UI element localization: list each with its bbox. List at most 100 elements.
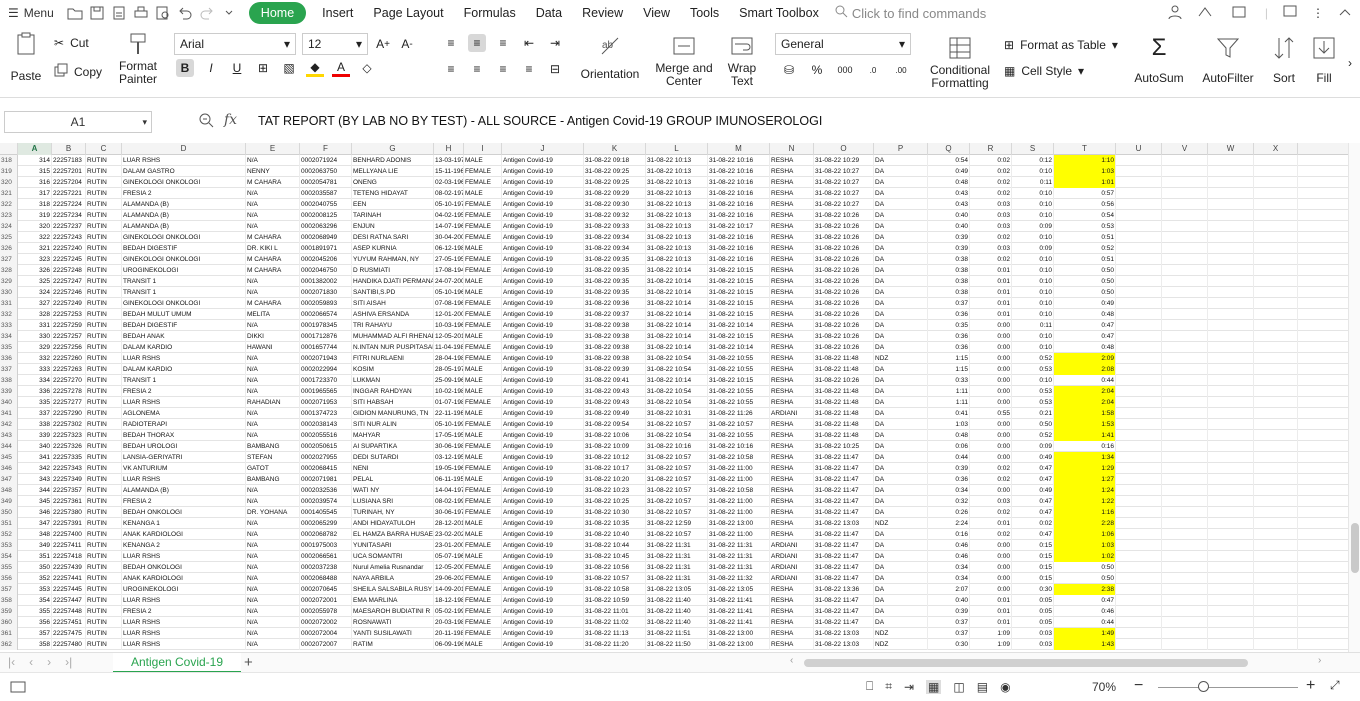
cell[interactable]: 0:52 bbox=[1012, 430, 1054, 441]
cell[interactable]: 335 bbox=[18, 397, 52, 408]
cell[interactable]: RUTIN bbox=[86, 551, 122, 562]
cell[interactable]: 0:00 bbox=[970, 397, 1012, 408]
cell[interactable]: 11-04-1988 bbox=[434, 342, 464, 353]
cell[interactable]: RUTIN bbox=[86, 353, 122, 364]
cell[interactable]: 31-08-22 10:16 bbox=[708, 199, 770, 210]
cell[interactable]: 05-02-1995 bbox=[434, 606, 464, 617]
cell[interactable]: 31-08-22 10:54 bbox=[646, 364, 708, 375]
cell[interactable] bbox=[1162, 628, 1208, 639]
cell[interactable]: 31-08-22 11:31 bbox=[708, 540, 770, 551]
cell[interactable]: 0:50 bbox=[1054, 276, 1116, 287]
cell[interactable]: 0:37 bbox=[928, 298, 970, 309]
cell[interactable]: DA bbox=[874, 166, 928, 177]
cell[interactable]: 0:47 bbox=[1012, 529, 1054, 540]
cell[interactable]: 31-08-22 10:26 bbox=[814, 298, 874, 309]
column-header-s[interactable]: S bbox=[1012, 143, 1054, 155]
cell[interactable]: RESHA bbox=[770, 584, 814, 595]
cell[interactable]: ARDIANI bbox=[770, 562, 814, 573]
cell[interactable]: N/A bbox=[246, 551, 300, 562]
cell[interactable] bbox=[1254, 210, 1298, 221]
cell[interactable]: FEMALE bbox=[464, 507, 502, 518]
cell[interactable]: 31-08-22 11:48 bbox=[814, 353, 874, 364]
cell[interactable]: ARDIANI bbox=[770, 408, 814, 419]
cell[interactable]: Antigen Covid-19 bbox=[502, 265, 584, 276]
cell[interactable]: N/A bbox=[246, 529, 300, 540]
cell[interactable] bbox=[1254, 507, 1298, 518]
cell[interactable] bbox=[1162, 155, 1208, 166]
cell[interactable] bbox=[1162, 606, 1208, 617]
cell[interactable]: LANSIA-GERIYATRI bbox=[122, 452, 246, 463]
cell[interactable]: FEMALE bbox=[464, 419, 502, 430]
cell[interactable]: TRANSIT 1 bbox=[122, 276, 246, 287]
row-header[interactable]: 347 bbox=[0, 474, 18, 485]
cell[interactable]: 31-08-22 10:16 bbox=[708, 232, 770, 243]
font-color-icon[interactable]: A bbox=[332, 59, 350, 77]
cell[interactable]: RUTIN bbox=[86, 177, 122, 188]
cell[interactable]: 0:15 bbox=[1012, 562, 1054, 573]
cell[interactable]: ANAK KARDIOLOGI bbox=[122, 529, 246, 540]
cell[interactable]: 0:48 bbox=[1054, 309, 1116, 320]
cell[interactable]: RESHA bbox=[770, 243, 814, 254]
cell[interactable]: 0:53 bbox=[1012, 386, 1054, 397]
cell[interactable] bbox=[1208, 386, 1254, 397]
row-header[interactable]: 358 bbox=[0, 595, 18, 606]
cell[interactable]: DEDI SUTARDI bbox=[352, 452, 434, 463]
cell[interactable]: LUAR RSHS bbox=[122, 551, 246, 562]
cell[interactable]: SITI NUR ALIN bbox=[352, 419, 434, 430]
cell[interactable]: 31-08-22 11:02 bbox=[584, 617, 646, 628]
cell[interactable]: RUTIN bbox=[86, 276, 122, 287]
cell[interactable]: 0:49 bbox=[1012, 485, 1054, 496]
cell[interactable]: 1:03 bbox=[928, 419, 970, 430]
name-box[interactable]: A1 ▾ bbox=[4, 111, 152, 133]
cell[interactable]: 31-08-22 10:35 bbox=[584, 518, 646, 529]
cell[interactable]: DA bbox=[874, 507, 928, 518]
cell[interactable] bbox=[1162, 353, 1208, 364]
cell[interactable]: RUTIN bbox=[86, 507, 122, 518]
cell[interactable] bbox=[1116, 485, 1162, 496]
cell[interactable]: 0:03 bbox=[970, 210, 1012, 221]
cell[interactable]: DA bbox=[874, 529, 928, 540]
cell[interactable]: 0:36 bbox=[928, 474, 970, 485]
cell[interactable]: 25-09-1960 bbox=[434, 375, 464, 386]
cell[interactable]: UCA SOMANTRI bbox=[352, 551, 434, 562]
cell[interactable] bbox=[1162, 309, 1208, 320]
cell[interactable]: MALE bbox=[464, 287, 502, 298]
cell[interactable]: TRANSIT 1 bbox=[122, 287, 246, 298]
cell[interactable]: 31-08-22 10:15 bbox=[708, 375, 770, 386]
cell[interactable] bbox=[1254, 155, 1298, 166]
cell[interactable]: 22257323 bbox=[52, 430, 86, 441]
cell[interactable]: FEMALE bbox=[464, 265, 502, 276]
cell[interactable]: 31-08-22 10:55 bbox=[708, 430, 770, 441]
cell[interactable]: 31-08-22 10:27 bbox=[814, 188, 874, 199]
cell[interactable]: 31-08-22 10:54 bbox=[646, 430, 708, 441]
cell[interactable]: N/A bbox=[246, 320, 300, 331]
cell[interactable]: RUTIN bbox=[86, 265, 122, 276]
cell[interactable]: 0:36 bbox=[928, 309, 970, 320]
column-header-f[interactable]: F bbox=[300, 143, 352, 155]
cell[interactable]: 0002068488 bbox=[300, 573, 352, 584]
cell[interactable]: 0:56 bbox=[1054, 199, 1116, 210]
cell[interactable] bbox=[1208, 353, 1254, 364]
cell[interactable]: 31-08-22 10:15 bbox=[708, 265, 770, 276]
cell[interactable]: 22257253 bbox=[52, 309, 86, 320]
cell[interactable]: 05-07-1969 bbox=[434, 551, 464, 562]
cell[interactable] bbox=[1116, 540, 1162, 551]
cell[interactable]: RUTIN bbox=[86, 298, 122, 309]
cell[interactable]: DA bbox=[874, 331, 928, 342]
cell[interactable] bbox=[1116, 397, 1162, 408]
cell[interactable]: 0:44 bbox=[928, 452, 970, 463]
cell[interactable]: 0:39 bbox=[928, 243, 970, 254]
cell[interactable] bbox=[1208, 463, 1254, 474]
cell[interactable]: N/A bbox=[246, 485, 300, 496]
cell[interactable]: 31-08-22 10:13 bbox=[646, 210, 708, 221]
row-header[interactable]: 351 bbox=[0, 518, 18, 529]
cell[interactable] bbox=[1254, 243, 1298, 254]
cell[interactable]: 0:01 bbox=[970, 287, 1012, 298]
page-break-view-icon[interactable]: ▤ bbox=[977, 680, 988, 694]
cell[interactable]: 0:00 bbox=[970, 551, 1012, 562]
sync-icon[interactable] bbox=[1231, 4, 1251, 23]
row-header[interactable]: 320 bbox=[0, 177, 18, 188]
cell[interactable]: D RUSMIATI bbox=[352, 265, 434, 276]
cell[interactable]: 31-08-22 09:49 bbox=[584, 408, 646, 419]
protect-icon[interactable]: ⎕ bbox=[866, 679, 873, 694]
